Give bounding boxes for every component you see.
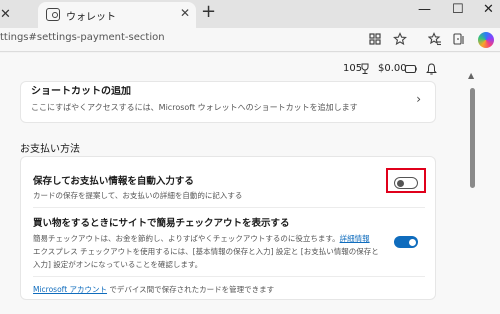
close-tab-icon[interactable]: ✕	[180, 6, 190, 20]
divider	[33, 207, 425, 208]
chevron-right-icon[interactable]: ›	[416, 92, 421, 106]
manage-cards-footer: Microsoft アカウント でデバイス間で保存されたカードを管理できます	[33, 285, 275, 294]
tab-strip: ✕ ウォレット ✕ + — ☐ ✕	[0, 0, 500, 28]
shortcut-title: ショートカットの追加	[31, 86, 131, 97]
microsoft-account-link[interactable]: Microsoft アカウント	[33, 285, 107, 294]
favorite-star-icon[interactable]	[393, 32, 407, 46]
cash-balance: $0.00	[378, 63, 407, 74]
collections-icon[interactable]	[452, 32, 466, 46]
tab-title: ウォレット	[66, 12, 116, 23]
add-shortcut-card[interactable]: ショートカットの追加 ここにすばやくアクセスするには、Microsoft ウォレ…	[20, 81, 436, 123]
section-title-payment: お支払い方法	[20, 144, 80, 155]
wallet-card-icon[interactable]	[405, 65, 417, 73]
details-link[interactable]: 詳細情報	[340, 234, 370, 243]
wallet-icon	[46, 8, 60, 21]
apps-icon[interactable]	[368, 32, 382, 46]
express-checkout-title: 買い物をするときにサイトで簡易チェックアウトを表示する	[33, 218, 290, 229]
tab-wallet[interactable]: ウォレット ✕	[38, 2, 196, 28]
payment-settings-card: 保存してお支払い情報を自動入力する カードの保存を提案して、お支払いの詳細を自動…	[20, 156, 436, 300]
close-window-button[interactable]: ✕	[483, 2, 494, 17]
express-checkout-line2: エクスプレス チェックアウトを使用するには、[基本情報の保存と入力] 設定と […	[33, 247, 379, 256]
address-toolbar: ttings#settings-payment-section	[0, 28, 500, 52]
new-tab-button[interactable]: +	[201, 2, 216, 22]
maximize-button[interactable]: ☐	[452, 2, 464, 17]
autofill-description: カードの保存を提案して、お支払いの詳細を自動的に記入する	[33, 191, 243, 200]
scrollbar-thumb[interactable]	[470, 88, 475, 188]
wallet-page: 105 $0.00 ショートカットの追加 ここにすばやくアクセスするには、Mic…	[0, 53, 500, 314]
close-tab-icon[interactable]: ✕	[0, 7, 11, 22]
previous-tab[interactable]: ✕	[0, 4, 22, 28]
favorites-icon[interactable]	[428, 32, 442, 46]
minimize-button[interactable]: —	[418, 2, 431, 17]
scrollbar[interactable]: ▲	[466, 53, 478, 314]
rewards-trophy-icon[interactable]	[360, 63, 370, 75]
divider	[33, 276, 425, 277]
autofill-toggle[interactable]	[394, 177, 418, 189]
shortcut-description: ここにすばやくアクセスするには、Microsoft ウォレットへのショートカット…	[31, 103, 358, 112]
address-bar[interactable]: ttings#settings-payment-section	[0, 32, 165, 43]
autofill-title: 保存してお支払い情報を自動入力する	[33, 176, 194, 187]
express-checkout-line3: 入力] 設定がオンになっていることを確認します。	[33, 260, 203, 269]
notification-bell-icon[interactable]	[426, 63, 437, 75]
express-checkout-line1: 簡易チェックアウトは、お金を節約し、よりすばやくチェックアウトするのに役立ちます…	[33, 234, 370, 243]
express-checkout-toggle[interactable]	[394, 236, 418, 248]
copilot-icon[interactable]	[478, 32, 494, 48]
scroll-up-icon[interactable]: ▲	[468, 71, 474, 80]
